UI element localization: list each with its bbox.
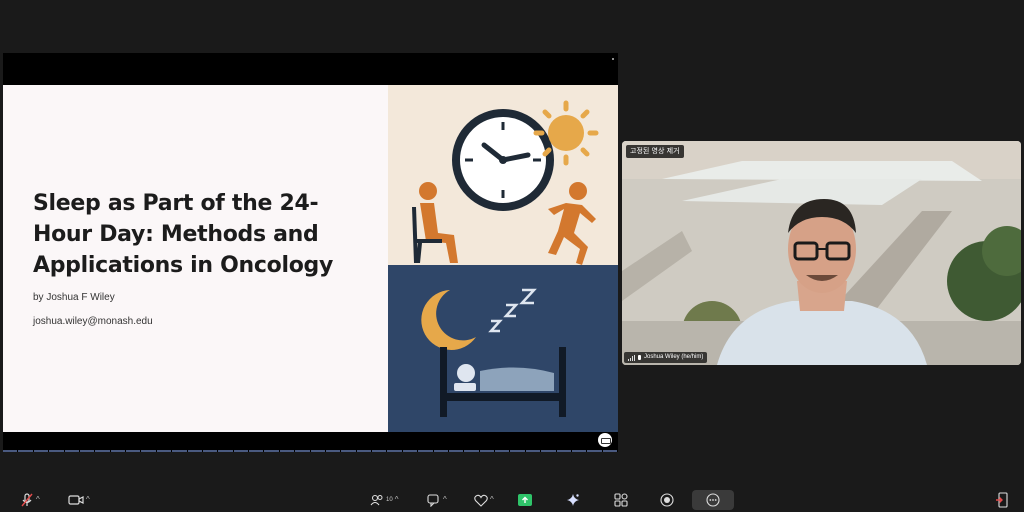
participant-name: Joshua Wiley (he/him)	[644, 354, 704, 360]
share-top-bar	[3, 53, 618, 85]
reactions-options-chevron-icon[interactable]: ^	[490, 495, 494, 505]
clock-icon	[452, 109, 554, 211]
captions-icon[interactable]	[598, 433, 612, 447]
apps-icon	[614, 493, 628, 507]
record-button[interactable]	[660, 490, 674, 510]
meeting-toolbar: ^ ^ 10 ^ ^ ^	[0, 488, 1024, 512]
share-screen-button[interactable]	[518, 490, 532, 510]
night-panel	[388, 265, 618, 432]
slide-author: by Joshua F Wiley	[33, 292, 115, 303]
participants-count: 10	[386, 497, 393, 503]
record-icon	[660, 493, 674, 507]
participants-button[interactable]: 10 ^	[370, 490, 398, 510]
leave-button[interactable]	[994, 490, 1010, 510]
chat-icon	[427, 493, 439, 507]
mute-button[interactable]: ^	[20, 490, 40, 510]
remove-pinned-video-badge[interactable]: 고정된 영상 제거	[626, 145, 684, 158]
share-indicator-dot	[612, 58, 614, 60]
heart-icon	[474, 494, 488, 507]
presentation-slide: Sleep as Part of the 24- Hour Day: Metho…	[3, 85, 618, 432]
chat-button[interactable]: ^	[427, 490, 447, 510]
signal-strength-icon	[628, 354, 635, 361]
microphone-muted-icon	[21, 493, 33, 507]
participant-name-tag: Joshua Wiley (he/him)	[624, 352, 708, 363]
more-button[interactable]	[692, 490, 734, 510]
leave-icon	[996, 492, 1008, 508]
video-options-chevron-icon[interactable]: ^	[86, 495, 90, 505]
slide-progress-segments[interactable]	[3, 450, 618, 452]
share-bottom-bar	[3, 432, 618, 452]
microphone-icon	[638, 355, 641, 360]
slide-illustration	[388, 85, 618, 432]
camera-icon	[68, 495, 84, 505]
mute-options-chevron-icon[interactable]: ^	[36, 495, 40, 505]
slide-email: joshua.wiley@monash.edu	[33, 316, 153, 327]
reactions-button[interactable]: ^	[474, 490, 494, 510]
participants-options-chevron-icon[interactable]: ^	[395, 495, 399, 505]
ai-companion-button[interactable]	[566, 490, 580, 510]
share-screen-icon	[518, 494, 532, 506]
participant-video-tile[interactable]: 고정된 영상 제거 Joshua Wiley (he/him)	[622, 141, 1021, 365]
video-button[interactable]: ^	[68, 490, 90, 510]
chat-options-chevron-icon[interactable]: ^	[443, 495, 447, 505]
more-icon	[706, 493, 720, 507]
slide-text-panel: Sleep as Part of the 24- Hour Day: Metho…	[3, 85, 388, 432]
slide-title: Sleep as Part of the 24- Hour Day: Metho…	[33, 191, 334, 278]
zoom-meeting-window: Sleep as Part of the 24- Hour Day: Metho…	[0, 0, 1024, 512]
apps-button[interactable]	[614, 490, 628, 510]
shared-screen: Sleep as Part of the 24- Hour Day: Metho…	[3, 53, 618, 452]
sparkle-icon	[567, 494, 579, 506]
participant-video-feed	[622, 141, 1021, 365]
participants-icon	[370, 494, 383, 506]
